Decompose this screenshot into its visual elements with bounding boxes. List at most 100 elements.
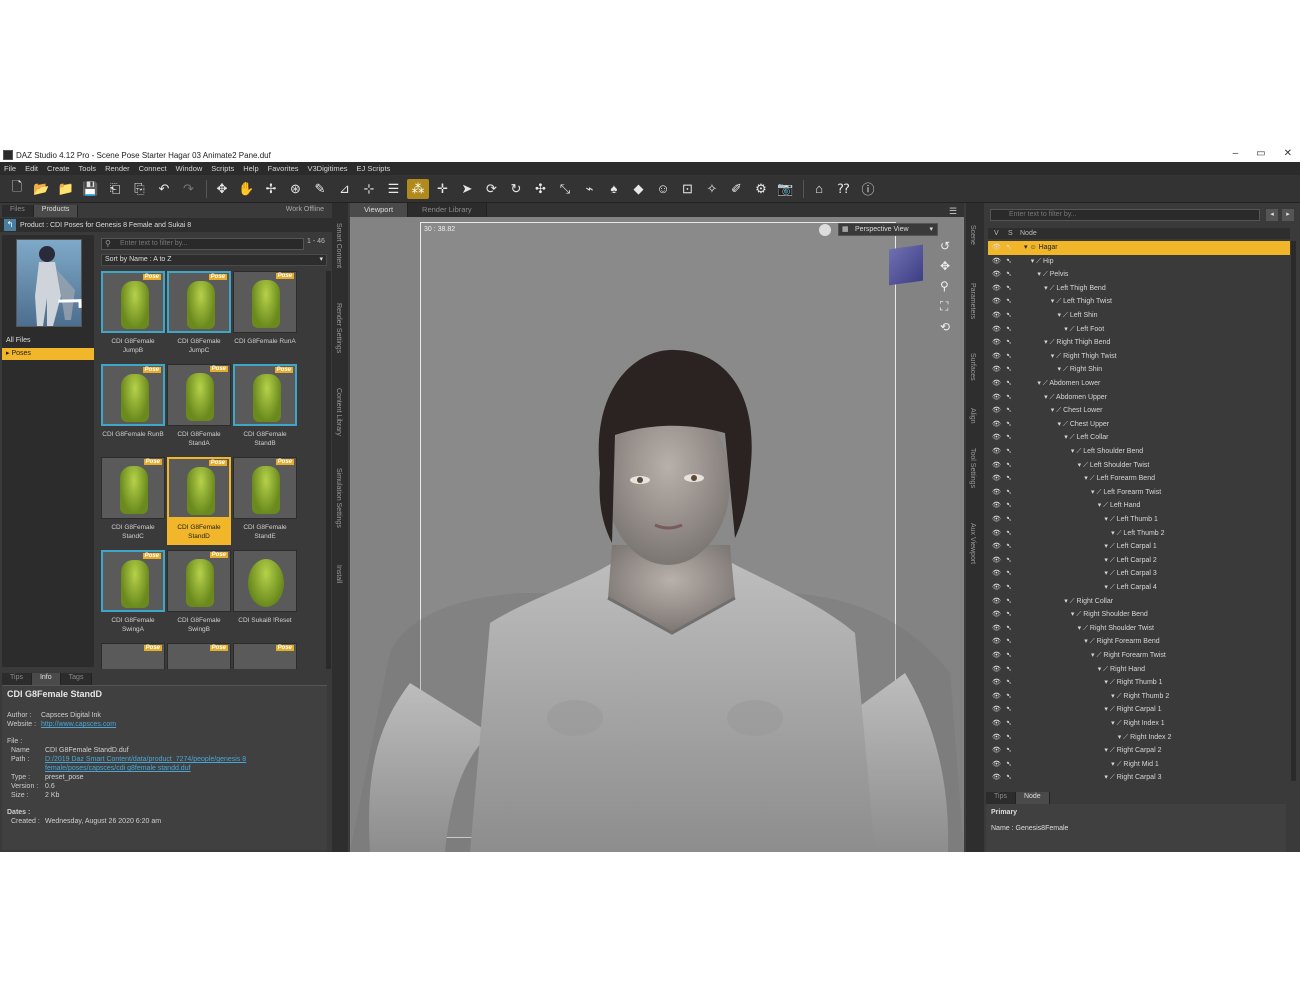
pose-tile[interactable]: Pose CDI G8Female RunA <box>233 271 297 359</box>
select-icon[interactable]: ➷ <box>1006 336 1012 350</box>
menu-scripts[interactable]: Scripts <box>211 164 234 173</box>
scene-tool-icon[interactable]: ✥ <box>211 179 233 199</box>
select-icon[interactable]: ➷ <box>1006 459 1012 473</box>
scene-node-row[interactable]: 👁 ➷ ▾ ☺ Hagar <box>988 241 1290 255</box>
eye-icon[interactable]: 👁 <box>992 472 1001 486</box>
side-tab-content-library[interactable]: Content Library <box>335 388 342 436</box>
home-icon[interactable]: ⌂ <box>808 179 830 199</box>
eye-icon[interactable]: 👁 <box>992 540 1001 554</box>
pose-tile[interactable]: Pose CDI G8Female SwingA <box>101 550 165 638</box>
eye-icon[interactable]: 👁 <box>992 731 1001 745</box>
pose-tile[interactable]: Pose CDI G8Female StandD <box>167 457 231 545</box>
scene-node-row[interactable]: 👁 ➷ ▾ ⟋ Right Index 2 <box>988 731 1290 745</box>
product-filter-input[interactable]: Enter text to filter by... <box>101 238 304 250</box>
select-icon[interactable]: ➷ <box>1006 241 1012 255</box>
scene-node-row[interactable]: 👁 ➷ ▾ ⟋ Hip <box>988 255 1290 269</box>
side-tab-simulation-settings[interactable]: Simulation Settings <box>335 468 342 528</box>
tab-files[interactable]: Files <box>2 205 34 217</box>
eye-icon[interactable]: 👁 <box>992 350 1001 364</box>
eye-icon[interactable]: 👁 <box>992 567 1001 581</box>
scene-node-row[interactable]: 👁 ➷ ▾ ⟋ Right Collar <box>988 595 1290 609</box>
select-icon[interactable]: ➷ <box>1006 445 1012 459</box>
move-icon[interactable]: ✛ <box>432 179 454 199</box>
scene-node-row[interactable]: 👁 ➷ ▾ ⟋ Left Hand <box>988 499 1290 513</box>
tab-tips[interactable]: Tips <box>2 673 32 685</box>
scene-node-row[interactable]: 👁 ➷ ▾ ⟋ Left Thumb 2 <box>988 527 1290 541</box>
scene-node-row[interactable]: 👁 ➷ ▾ ⟋ Left Shin <box>988 309 1290 323</box>
tab-scene-node[interactable]: Node <box>1015 792 1050 804</box>
path-link[interactable]: D:/2019 Daz Smart Content/data/product_7… <box>45 755 275 773</box>
menu-file[interactable]: File <box>4 164 16 173</box>
surface-icon[interactable]: ◆ <box>628 179 650 199</box>
eye-icon[interactable]: 👁 <box>992 758 1001 772</box>
side-tab-scene[interactable]: Scene <box>969 225 976 245</box>
menu-tools[interactable]: Tools <box>79 164 97 173</box>
scene-node-row[interactable]: 👁 ➷ ▾ ⟋ Right Index 1 <box>988 717 1290 731</box>
menu-favorites[interactable]: Favorites <box>268 164 299 173</box>
eye-icon[interactable]: 👁 <box>992 499 1001 513</box>
menu-help[interactable]: Help <box>243 164 258 173</box>
scene-node-row[interactable]: 👁 ➷ ▾ ⟋ Chest Upper <box>988 418 1290 432</box>
select-icon[interactable]: ➷ <box>1006 309 1012 323</box>
region-icon[interactable]: ⊹ <box>358 179 380 199</box>
pose-tile[interactable]: Pose <box>167 643 231 669</box>
select-icon[interactable]: ➷ <box>1006 540 1012 554</box>
select-icon[interactable]: ➷ <box>1006 486 1012 500</box>
eye-icon[interactable]: 👁 <box>992 744 1001 758</box>
zoom-icon[interactable]: ⚲ <box>940 279 950 293</box>
scene-node-row[interactable]: 👁 ➷ ▾ ⟋ Right Thigh Bend <box>988 336 1290 350</box>
select-icon[interactable]: ➷ <box>1006 595 1012 609</box>
export-icon[interactable]: ⎘ <box>129 179 151 199</box>
category-all-files[interactable]: All Files <box>2 335 94 347</box>
tab-info[interactable]: Info <box>31 673 61 685</box>
menu-render[interactable]: Render <box>105 164 130 173</box>
eye-icon[interactable]: 👁 <box>992 622 1001 636</box>
scene-node-row[interactable]: 👁 ➷ ▾ ⟋ Right Shoulder Bend <box>988 608 1290 622</box>
scene-node-row[interactable]: 👁 ➷ ▾ ⟋ Left Carpal 3 <box>988 567 1290 581</box>
select-icon[interactable]: ➷ <box>1006 717 1012 731</box>
side-tab-render-settings[interactable]: Render Settings <box>335 303 342 353</box>
eye-icon[interactable]: 👁 <box>992 282 1001 296</box>
undo-icon[interactable]: ↶ <box>153 179 175 199</box>
select-icon[interactable]: ➷ <box>1006 622 1012 636</box>
help-icon[interactable]: ⓘ <box>857 179 879 199</box>
redo-icon[interactable]: ↷ <box>178 179 200 199</box>
camera-dropdown[interactable]: ▦ Perspective View ▾ <box>838 223 938 236</box>
pose-tile[interactable]: Pose CDI G8Female StandE <box>233 457 297 545</box>
scene-node-row[interactable]: 👁 ➷ ▾ ⟋ Right Forearm Twist <box>988 649 1290 663</box>
scene-node-row[interactable]: 👁 ➷ ▾ ⟋ Right Carpal 2 <box>988 744 1290 758</box>
eye-icon[interactable]: 👁 <box>992 268 1001 282</box>
eye-icon[interactable]: 👁 <box>992 323 1001 337</box>
select-icon[interactable]: ➷ <box>1006 418 1012 432</box>
eye-icon[interactable]: 👁 <box>992 391 1001 405</box>
figure-icon[interactable]: ♠ <box>603 179 625 199</box>
eye-icon[interactable]: 👁 <box>992 676 1001 690</box>
new-scene-icon[interactable]: 🗋 <box>6 179 28 199</box>
scene-node-row[interactable]: 👁 ➷ ▾ ⟋ Right Shin <box>988 363 1290 377</box>
select-icon[interactable]: ➷ <box>1006 581 1012 595</box>
select-icon[interactable]: ➷ <box>1006 431 1012 445</box>
pose-tile[interactable]: Pose <box>233 643 297 669</box>
select-icon[interactable]: ➷ <box>1006 690 1012 704</box>
scale-icon[interactable]: ⤡ <box>554 179 576 199</box>
menu-create[interactable]: Create <box>47 164 70 173</box>
eye-icon[interactable]: 👁 <box>992 649 1001 663</box>
render-settings-icon[interactable]: ⚙ <box>750 179 772 199</box>
work-offline-button[interactable]: Work Offline <box>286 206 324 213</box>
select-icon[interactable]: ➷ <box>1006 282 1012 296</box>
eye-icon[interactable]: 👁 <box>992 554 1001 568</box>
select-icon[interactable]: ➷ <box>1006 323 1012 337</box>
scene-node-row[interactable]: 👁 ➷ ▾ ⟋ Left Forearm Twist <box>988 486 1290 500</box>
select-arrow-icon[interactable]: ➤ <box>456 179 478 199</box>
pose-tile[interactable]: Pose CDI G8Female StandB <box>233 364 297 452</box>
tab-tags[interactable]: Tags <box>60 673 93 685</box>
light-icon[interactable]: ✧ <box>701 179 723 199</box>
scene-node-row[interactable]: 👁 ➷ ▾ ⟋ Left Thigh Bend <box>988 282 1290 296</box>
select-icon[interactable]: ➷ <box>1006 404 1012 418</box>
scene-node-row[interactable]: 👁 ➷ ▾ ⟋ Right Carpal 3 <box>988 771 1290 781</box>
eye-icon[interactable]: 👁 <box>992 295 1001 309</box>
select-icon[interactable]: ➷ <box>1006 472 1012 486</box>
scene-scrollbar[interactable] <box>1291 241 1296 781</box>
menu-v3digitimes[interactable]: V3Digitimes <box>308 164 348 173</box>
universal-tool-icon[interactable]: ⁂ <box>407 178 429 199</box>
